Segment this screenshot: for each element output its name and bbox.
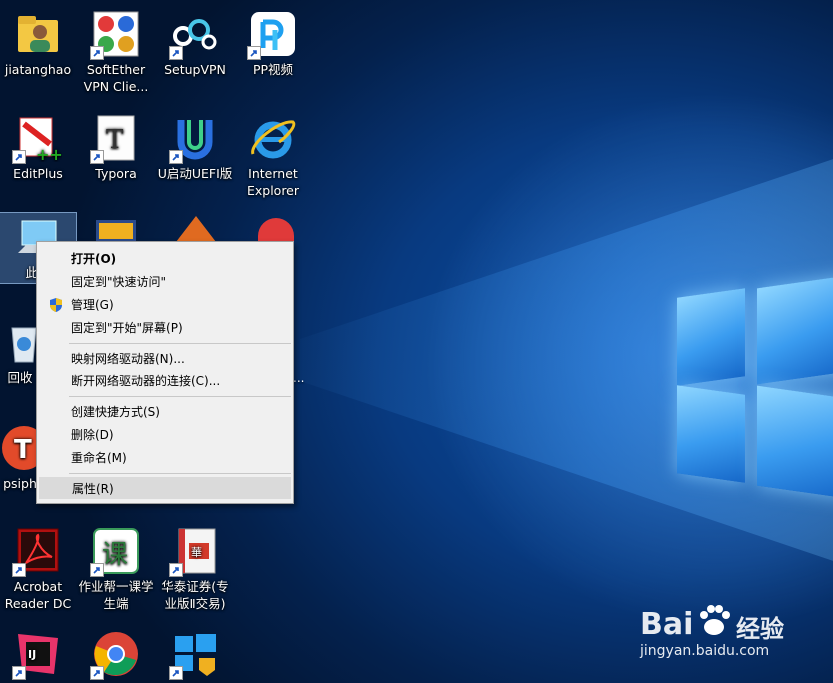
hidden-icon-red[interactable] <box>258 218 294 242</box>
hidden-icon-matlab[interactable] <box>176 216 216 242</box>
context-menu: 打开(O) 固定到"快速访问" 管理(G) 固定到"开始"屏幕(P) 映射网络驱… <box>36 241 294 504</box>
desktop-icon-ie[interactable]: Internet Explorer <box>233 114 313 199</box>
icon-label: EditPlus <box>13 166 63 181</box>
menu-item-properties[interactable]: 属性(R) <box>39 477 291 499</box>
menu-item-label: 固定到"快速访问" <box>71 275 167 289</box>
shortcut-arrow-icon <box>90 150 104 164</box>
svg-text:T: T <box>106 125 124 155</box>
paw-icon <box>696 603 732 639</box>
shortcut-arrow-icon <box>169 150 183 164</box>
desktop-icon-softether[interactable]: SoftEther VPN Clie... <box>76 10 156 95</box>
menu-item-pin-start[interactable]: 固定到"开始"屏幕(P) <box>39 317 291 339</box>
desktop-icon-setupvpn[interactable]: SetupVPN <box>155 10 235 78</box>
menu-item-label: 固定到"开始"屏幕(P) <box>71 321 183 335</box>
svg-text:T: T <box>14 435 32 465</box>
desktop-icon-huatai[interactable]: 華 华泰证券(专 业版Ⅱ交易) <box>155 527 235 612</box>
hidden-icon-yellow[interactable] <box>96 220 136 242</box>
user-folder-icon <box>18 16 58 52</box>
wallpaper-logo-pane <box>677 385 745 483</box>
menu-item-label: 管理(G) <box>71 298 114 312</box>
desktop-icon-intellij[interactable]: IJ <box>0 630 78 681</box>
shortcut-arrow-icon <box>12 563 26 577</box>
menu-item-label: 创建快捷方式(S) <box>71 405 160 419</box>
shortcut-arrow-icon <box>169 666 183 680</box>
menu-item-label: 断开网络驱动器的连接(C)... <box>71 374 221 388</box>
shortcut-arrow-icon <box>90 46 104 60</box>
icon-label: SetupVPN <box>164 62 226 77</box>
desktop-icon-psiphon[interactable]: T psiph <box>0 424 46 492</box>
svg-text:课: 课 <box>102 540 128 570</box>
svg-text:IJ: IJ <box>28 648 36 661</box>
svg-text:華: 華 <box>191 546 202 559</box>
icon-label: 回收 <box>7 370 33 385</box>
shortcut-arrow-icon <box>90 666 104 680</box>
desktop-icon-zuoyebang[interactable]: 课 作业帮一课学 生端 <box>76 527 156 612</box>
hidden-icon-label-fragment: ... <box>293 371 305 385</box>
shortcut-arrow-icon <box>169 46 183 60</box>
wallpaper-logo-pane <box>757 275 833 385</box>
icon-label: 华泰证券(专 业版Ⅱ交易) <box>161 579 229 611</box>
shortcut-arrow-icon <box>90 563 104 577</box>
menu-separator <box>69 473 291 474</box>
icon-label: Acrobat Reader DC <box>4 579 72 611</box>
menu-item-label: 重命名(M) <box>71 451 127 465</box>
desktop-icon-chrome[interactable] <box>76 630 156 681</box>
wallpaper-light-beam <box>300 150 833 570</box>
wallpaper-logo-pane <box>677 288 745 386</box>
menu-item-pin-quick-access[interactable]: 固定到"快速访问" <box>39 271 291 293</box>
shield-icon <box>48 297 64 313</box>
desktop-icon-recycle-bin[interactable]: 回收 <box>0 318 40 386</box>
desktop-icon-uqidong[interactable]: U启动UEFI版 <box>155 114 235 182</box>
desktop-icon-acrobat[interactable]: Acrobat Reader DC <box>0 527 78 612</box>
shortcut-arrow-icon <box>12 150 26 164</box>
icon-label: jiatanghao <box>4 62 72 77</box>
icon-label: SoftEther VPN Clie... <box>83 62 149 94</box>
menu-item-label: 打开(O) <box>71 252 117 266</box>
menu-separator <box>69 396 291 397</box>
icon-label: 作业帮一课学 生端 <box>78 579 154 611</box>
shortcut-arrow-icon <box>169 563 183 577</box>
icon-label: Typora <box>95 166 137 181</box>
menu-separator <box>69 343 291 344</box>
menu-item-delete[interactable]: 删除(D) <box>39 424 291 446</box>
watermark-url: jingyan.baidu.com <box>640 643 770 659</box>
watermark-brand-right: 经验 <box>736 615 784 643</box>
icon-label: U启动UEFI版 <box>157 166 233 181</box>
icon-label: psiph <box>3 476 37 491</box>
menu-item-create-shortcut[interactable]: 创建快捷方式(S) <box>39 401 291 423</box>
desktop-icon-windows-update[interactable] <box>155 630 235 681</box>
menu-item-label: 映射网络驱动器(N)... <box>71 352 185 366</box>
baidu-jingyan-watermark: Bai 经验 jingyan.baidu.com <box>640 595 830 665</box>
menu-item-label: 属性(R) <box>72 482 114 496</box>
wallpaper-logo-pane <box>757 385 833 499</box>
icon-label: Internet Explorer <box>246 166 300 198</box>
menu-item-manage[interactable]: 管理(G) <box>39 294 291 316</box>
icon-label: PP视频 <box>252 62 294 77</box>
desktop-icon-typora[interactable]: T Typora <box>76 114 156 182</box>
menu-item-label: 删除(D) <box>71 428 114 442</box>
desktop-icon-jiatanghao[interactable]: jiatanghao <box>0 10 78 78</box>
desktop-icon-pp[interactable]: PP视频 <box>233 10 313 78</box>
svg-text:++: ++ <box>36 145 62 162</box>
menu-item-rename[interactable]: 重命名(M) <box>39 447 291 469</box>
menu-item-disconnect-network-drive[interactable]: 断开网络驱动器的连接(C)... <box>39 370 291 392</box>
watermark-brand-left: Bai <box>640 607 694 642</box>
shortcut-arrow-icon <box>247 46 261 60</box>
desktop-icon-editplus[interactable]: ++ EditPlus <box>0 114 78 182</box>
menu-item-open[interactable]: 打开(O) <box>39 248 291 270</box>
menu-item-map-network-drive[interactable]: 映射网络驱动器(N)... <box>39 348 291 370</box>
internet-explorer-icon <box>251 120 296 159</box>
shortcut-arrow-icon <box>12 666 26 680</box>
